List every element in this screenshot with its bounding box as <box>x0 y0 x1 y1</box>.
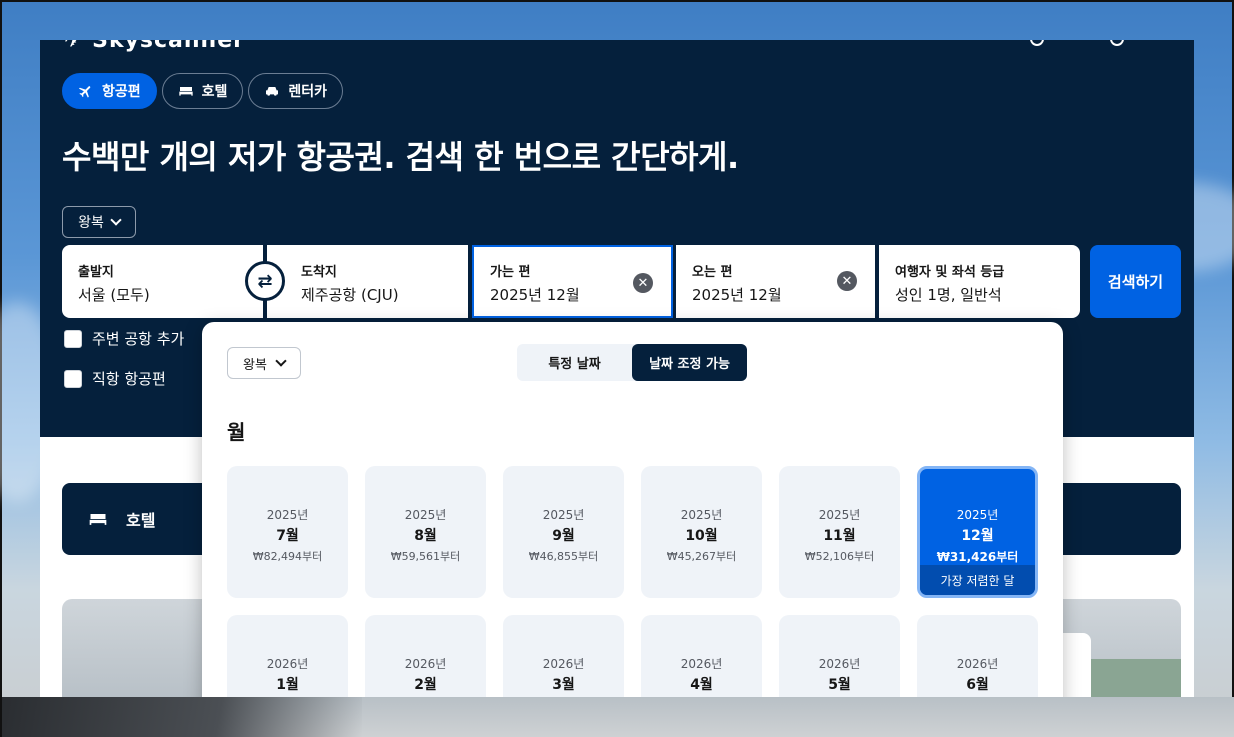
clear-depart-icon[interactable]: ✕ <box>633 273 653 293</box>
depart-date-field[interactable]: 가는 편 2025년 12월 ✕ <box>472 245 673 318</box>
month-card-year: 2025년 <box>542 508 585 522</box>
month-card-year: 2026년 <box>818 657 861 671</box>
airplane-wing-image <box>2 697 362 737</box>
travellers-value: 성인 1명, 일반석 <box>895 286 1002 304</box>
month-card-year: 2026년 <box>956 657 999 671</box>
calendar-trip-type-select[interactable]: 왕복 <box>227 347 301 379</box>
travellers-field[interactable]: 여행자 및 좌석 등급 성인 1명, 일반석 <box>879 245 1080 318</box>
month-card-price: ₩45,267부터 <box>666 550 737 563</box>
month-card-year: 2025년 <box>266 508 309 522</box>
month-card-month: 8월 <box>414 528 437 544</box>
month-card-year: 2025년 <box>680 508 723 522</box>
nearby-airports-checkbox[interactable] <box>64 329 82 348</box>
destination-label: 도착지 <box>301 265 337 280</box>
direct-flights-option[interactable]: 직항 항공편 <box>64 368 166 389</box>
destination-field[interactable]: 도착지 제주공항 (CJU) <box>267 245 468 318</box>
tab-car-hire[interactable]: 렌터카 <box>248 73 344 109</box>
product-tabs: 항공편 호텔 렌터카 <box>62 73 344 109</box>
chevron-down-icon <box>110 214 122 226</box>
trip-type-value: 왕복 <box>78 215 104 231</box>
month-card-year: 2026년 <box>680 657 723 671</box>
depart-value: 2025년 12월 <box>490 286 580 304</box>
month-card-month: 9월 <box>552 528 575 544</box>
origin-field[interactable]: 출발지 서울 (모두) <box>62 245 263 318</box>
background-scenery <box>2 697 1234 737</box>
month-card-month: 10월 <box>685 528 718 544</box>
hotel-bar-label: 호텔 <box>126 511 156 530</box>
search-button[interactable]: 검색하기 <box>1090 245 1181 318</box>
cheapest-month-badge: 가장 저렴한 달 <box>920 565 1035 595</box>
month-card-year: 2026년 <box>542 657 585 671</box>
logo[interactable]: ✈ Skyscanner <box>64 40 245 53</box>
month-card-price: ₩59,561부터 <box>390 550 461 563</box>
direct-flights-label: 직항 항공편 <box>92 370 166 388</box>
destination-value: 제주공항 (CJU) <box>301 286 399 304</box>
month-card-month: 12월 <box>961 528 994 544</box>
date-mode-toggle: 특정 날짜 날짜 조정 가능 <box>517 344 747 381</box>
tab-specific-dates[interactable]: 특정 날짜 <box>517 344 632 381</box>
month-card-price: ₩31,426부터 <box>936 550 1019 564</box>
nearby-airports-option[interactable]: 주변 공항 추가 <box>64 328 184 349</box>
travellers-label: 여행자 및 좌석 등급 <box>895 265 1005 280</box>
trip-type-select[interactable]: 왕복 <box>62 206 136 238</box>
month-card-price: ₩82,494부터 <box>252 550 323 563</box>
tab-hotels-label: 호텔 <box>201 84 228 100</box>
date-picker-popup: 왕복 특정 날짜 날짜 조정 가능 월 2025년 7월 ₩82,494부터 2025… <box>202 322 1063 737</box>
month-card[interactable]: 2025년 7월 ₩82,494부터 <box>227 466 348 598</box>
month-card[interactable]: 2025년 11월 ₩52,106부터 <box>779 466 900 598</box>
car-icon <box>266 87 279 96</box>
origin-label: 출발지 <box>78 265 114 280</box>
tab-car-hire-label: 렌터카 <box>288 84 328 100</box>
month-card[interactable]: 2025년 12월 ₩31,426부터 가장 저렴한 달 <box>917 466 1038 598</box>
month-card[interactable]: 2025년 8월 ₩59,561부터 <box>365 466 486 598</box>
nearby-airports-label: 주변 공항 추가 <box>92 330 185 348</box>
month-card-year: 2025년 <box>818 508 861 522</box>
clear-return-icon[interactable]: ✕ <box>837 271 857 291</box>
month-card-month: 3월 <box>552 677 575 693</box>
swap-icon[interactable]: ⇄ <box>245 261 285 301</box>
month-card-month: 2월 <box>414 677 437 693</box>
page-title: 수백만 개의 저가 항공권. 검색 한 번으로 간단하게. <box>62 138 739 176</box>
depart-label: 가는 편 <box>490 265 531 280</box>
chevron-down-icon <box>275 355 287 367</box>
month-card-year: 2026년 <box>404 657 447 671</box>
month-card[interactable]: 2025년 10월 ₩45,267부터 <box>641 466 762 598</box>
bed-icon <box>178 87 193 96</box>
direct-flights-checkbox[interactable] <box>64 369 82 388</box>
month-card-year: 2025년 <box>956 508 999 522</box>
globe-icon[interactable] <box>1030 40 1044 46</box>
tab-flexible-dates[interactable]: 날짜 조정 가능 <box>632 344 747 381</box>
bed-icon <box>89 514 107 525</box>
month-card-year: 2025년 <box>404 508 447 522</box>
month-card-month: 5월 <box>828 677 851 693</box>
month-card-price: ₩46,855부터 <box>528 550 599 563</box>
return-value: 2025년 12월 <box>692 286 782 304</box>
tab-flights[interactable]: 항공편 <box>62 73 157 109</box>
month-card-month: 4월 <box>690 677 713 693</box>
month-card-month: 7월 <box>276 528 299 544</box>
origin-value: 서울 (모두) <box>78 286 150 304</box>
tab-flights-label: 항공편 <box>102 84 141 100</box>
account-icon[interactable] <box>1110 40 1124 46</box>
month-card[interactable]: 2025년 9월 ₩46,855부터 <box>503 466 624 598</box>
month-card-year: 2026년 <box>266 657 309 671</box>
return-label: 오는 편 <box>692 265 733 280</box>
month-card-month: 1월 <box>276 677 299 693</box>
airplane-icon <box>78 86 91 98</box>
calendar-trip-type-value: 왕복 <box>243 357 267 373</box>
tab-hotels[interactable]: 호텔 <box>161 73 244 109</box>
month-card-month: 11월 <box>823 528 856 544</box>
month-card-price: ₩52,106부터 <box>804 550 875 563</box>
month-card-month: 6월 <box>966 677 989 693</box>
month-section-title: 월 <box>227 420 246 444</box>
return-date-field[interactable]: 오는 편 2025년 12월 ✕ <box>676 245 875 318</box>
